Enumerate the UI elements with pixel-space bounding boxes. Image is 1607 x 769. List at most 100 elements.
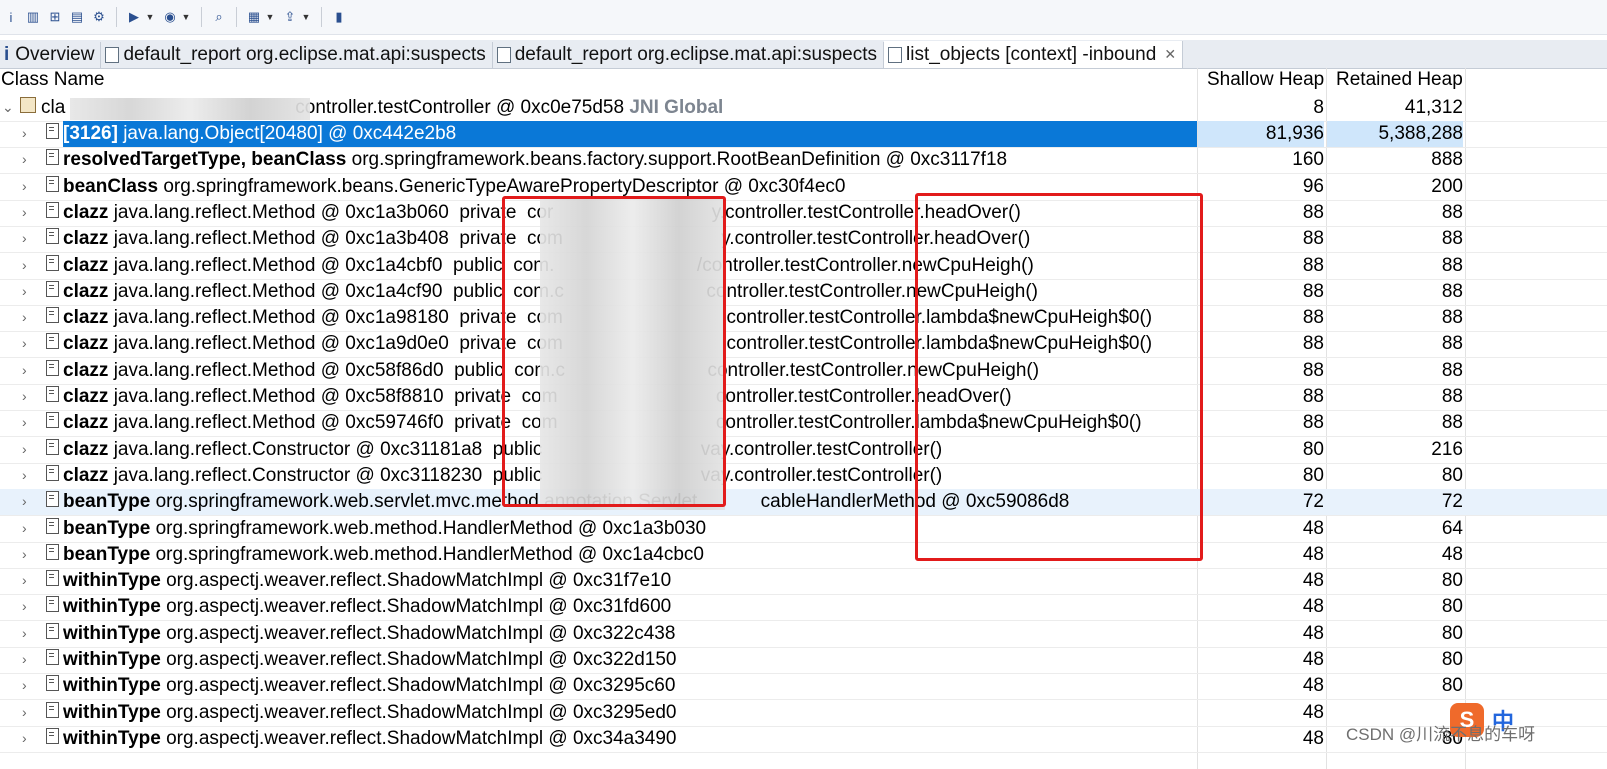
tab-overview[interactable]: i Overview (0, 42, 102, 68)
expand-chevron-icon[interactable]: › (22, 441, 27, 457)
expand-chevron-icon[interactable]: › (22, 677, 27, 693)
table-row[interactable]: › clazz java.lang.reflect.Method @ 0xc1a3… (0, 226, 1607, 254)
export-dropdown-icon[interactable]: ▼ (301, 8, 311, 26)
referencing-field: beanType (63, 491, 151, 513)
object-reference-icon (46, 228, 59, 245)
toolbar-divider (321, 7, 322, 27)
object-reference-icon (46, 280, 59, 297)
oql-icon[interactable]: ▤ (68, 8, 86, 26)
class-name-cell: withinType org.aspectj.weaver.reflect.Sh… (63, 594, 1197, 620)
table-row[interactable]: › withinType org.aspectj.weaver.reflect.S… (0, 594, 1607, 622)
calculate-retained-icon[interactable]: ▮ (330, 8, 348, 26)
object-reference-icon (46, 675, 59, 692)
shallow-heap-cell: 88 (1302, 412, 1324, 434)
query-browser-dropdown-icon[interactable]: ▼ (181, 8, 191, 26)
object-reference-icon (46, 123, 59, 139)
table-row[interactable]: › [3126] java.lang.Object[20480] @ 0xc442… (0, 121, 1607, 148)
export-icon[interactable]: ⇪ (281, 8, 299, 26)
referencing-field: clazz (63, 359, 109, 381)
retained-heap-cell: 88 (1441, 359, 1463, 381)
table-row[interactable]: › clazz java.lang.reflect.Constructor @ 0… (0, 463, 1607, 490)
info-icon[interactable]: i (2, 8, 20, 26)
table-row[interactable]: › clazz java.lang.reflect.Method @ 0xc58f… (0, 384, 1607, 411)
referencing-field: withinType (63, 727, 161, 749)
table-row[interactable]: › withinType org.aspectj.weaver.reflect.S… (0, 621, 1607, 648)
expand-chevron-icon[interactable]: › (22, 178, 27, 194)
referencing-field: clazz (63, 254, 109, 276)
object-description: org.aspectj.weaver.reflect.ShadowMatchIm… (166, 649, 677, 670)
group-by-icon[interactable]: ▦ (245, 8, 263, 26)
tab-default-report-1[interactable]: default_report org.eclipse.mat.api:suspe… (101, 42, 493, 68)
column-header-retained-heap[interactable]: Retained Heap (1336, 69, 1463, 91)
table-row[interactable]: › beanClass org.springframework.beans.Gen… (0, 174, 1607, 201)
expand-chevron-icon[interactable]: › (22, 362, 27, 378)
tab-label: Overview (15, 44, 95, 65)
dominator-tree-icon[interactable]: ⊞ (46, 8, 64, 26)
column-header-class-name[interactable]: Class Name (1, 69, 104, 91)
group-by-dropdown-icon[interactable]: ▼ (265, 8, 275, 26)
shallow-heap-cell: 48 (1302, 517, 1324, 539)
shallow-heap-cell: 160 (1292, 149, 1324, 171)
table-row[interactable]: › clazz java.lang.reflect.Method @ 0xc1a9… (0, 331, 1607, 359)
expand-chevron-icon[interactable]: › (22, 598, 27, 614)
close-icon[interactable]: ✕ (1164, 46, 1176, 63)
table-row[interactable]: › beanType org.springframework.web.method… (0, 516, 1607, 543)
collapse-chevron-icon[interactable]: ⌄ (2, 99, 14, 116)
table-row[interactable]: › clazz java.lang.reflect.Method @ 0xc1a9… (0, 305, 1607, 333)
shallow-heap-cell: 88 (1302, 228, 1324, 250)
expand-chevron-icon[interactable]: › (22, 546, 27, 562)
main-toolbar: i ▥ ⊞ ▤ ⚙ ▶ ▼ ◉ ▼ ⌕ ▦ ▼ ⇪ ▼ ▮ (0, 0, 1607, 35)
histogram-icon[interactable]: ▥ (24, 8, 42, 26)
expand-chevron-icon[interactable]: › (22, 388, 27, 404)
expand-chevron-icon[interactable]: › (22, 309, 27, 325)
retained-heap-cell: 88 (1441, 280, 1463, 302)
table-row[interactable]: › clazz java.lang.reflect.Method @ 0xc1a3… (0, 200, 1607, 227)
expand-chevron-icon[interactable]: › (22, 257, 27, 273)
expand-chevron-icon[interactable]: › (22, 520, 27, 536)
expand-chevron-icon[interactable]: › (22, 572, 27, 588)
class-name-cell: withinType org.aspectj.weaver.reflect.Sh… (63, 568, 1197, 594)
tab-list-objects[interactable]: list_objects [context] -inbound ✕ (884, 41, 1184, 68)
run-report-icon[interactable]: ▶ (125, 8, 143, 26)
table-row[interactable]: › clazz java.lang.reflect.Constructor @ 0… (0, 437, 1607, 464)
table-row[interactable]: › withinType org.aspectj.weaver.reflect.S… (0, 673, 1607, 701)
table-row[interactable]: › clazz java.lang.reflect.Method @ 0xc58f… (0, 358, 1607, 385)
expand-chevron-icon[interactable]: › (22, 230, 27, 246)
table-row[interactable]: › clazz java.lang.reflect.Method @ 0xc597… (0, 410, 1607, 438)
shallow-heap-cell: 88 (1302, 254, 1324, 276)
expand-chevron-icon[interactable]: › (22, 335, 27, 351)
tab-default-report-2[interactable]: default_report org.eclipse.mat.api:suspe… (493, 42, 884, 68)
expand-chevron-icon[interactable]: › (22, 414, 27, 430)
object-reference-icon (46, 491, 59, 508)
table-row[interactable]: › resolvedTargetType, beanClass org.sprin… (0, 147, 1607, 175)
expand-chevron-icon[interactable]: › (22, 625, 27, 641)
expand-chevron-icon[interactable]: › (22, 493, 27, 509)
report-icon (496, 47, 511, 63)
table-row[interactable]: › beanType org.springframework.web.servle… (0, 489, 1607, 517)
column-header-shallow-heap[interactable]: Shallow Heap (1207, 69, 1324, 91)
object-reference-icon (46, 649, 59, 665)
expand-chevron-icon[interactable]: › (22, 704, 27, 720)
retained-heap-cell: 888 (1431, 149, 1463, 171)
object-description: org.springframework.beans.GenericTypeAwa… (163, 175, 846, 197)
expand-chevron-icon[interactable]: › (22, 125, 27, 141)
table-row[interactable]: › clazz java.lang.reflect.Method @ 0xc1a4… (0, 279, 1607, 306)
expand-chevron-icon[interactable]: › (22, 151, 27, 167)
expand-chevron-icon[interactable]: › (22, 204, 27, 220)
object-description: org.aspectj.weaver.reflect.ShadowMatchIm… (166, 727, 677, 749)
referencing-field: withinType (63, 675, 161, 697)
class-name-cell: withinType org.aspectj.weaver.reflect.Sh… (63, 726, 1197, 752)
table-row[interactable]: › withinType org.aspectj.weaver.reflect.S… (0, 647, 1607, 674)
expand-chevron-icon[interactable]: › (22, 651, 27, 667)
query-browser-icon[interactable]: ◉ (161, 8, 179, 26)
table-row[interactable]: › withinType org.aspectj.weaver.reflect.S… (0, 568, 1607, 596)
table-row[interactable]: › clazz java.lang.reflect.Method @ 0xc1a4… (0, 253, 1607, 280)
expand-chevron-icon[interactable]: › (22, 283, 27, 299)
table-row[interactable]: › beanType org.springframework.web.method… (0, 542, 1607, 569)
search-icon[interactable]: ⌕ (210, 8, 228, 26)
run-report-dropdown-icon[interactable]: ▼ (145, 8, 155, 26)
expand-chevron-icon[interactable]: › (22, 467, 27, 483)
thread-overview-icon[interactable]: ⚙ (90, 8, 108, 26)
retained-heap-cell: 5,388,288 (1327, 121, 1463, 147)
expand-chevron-icon[interactable]: › (22, 730, 27, 746)
